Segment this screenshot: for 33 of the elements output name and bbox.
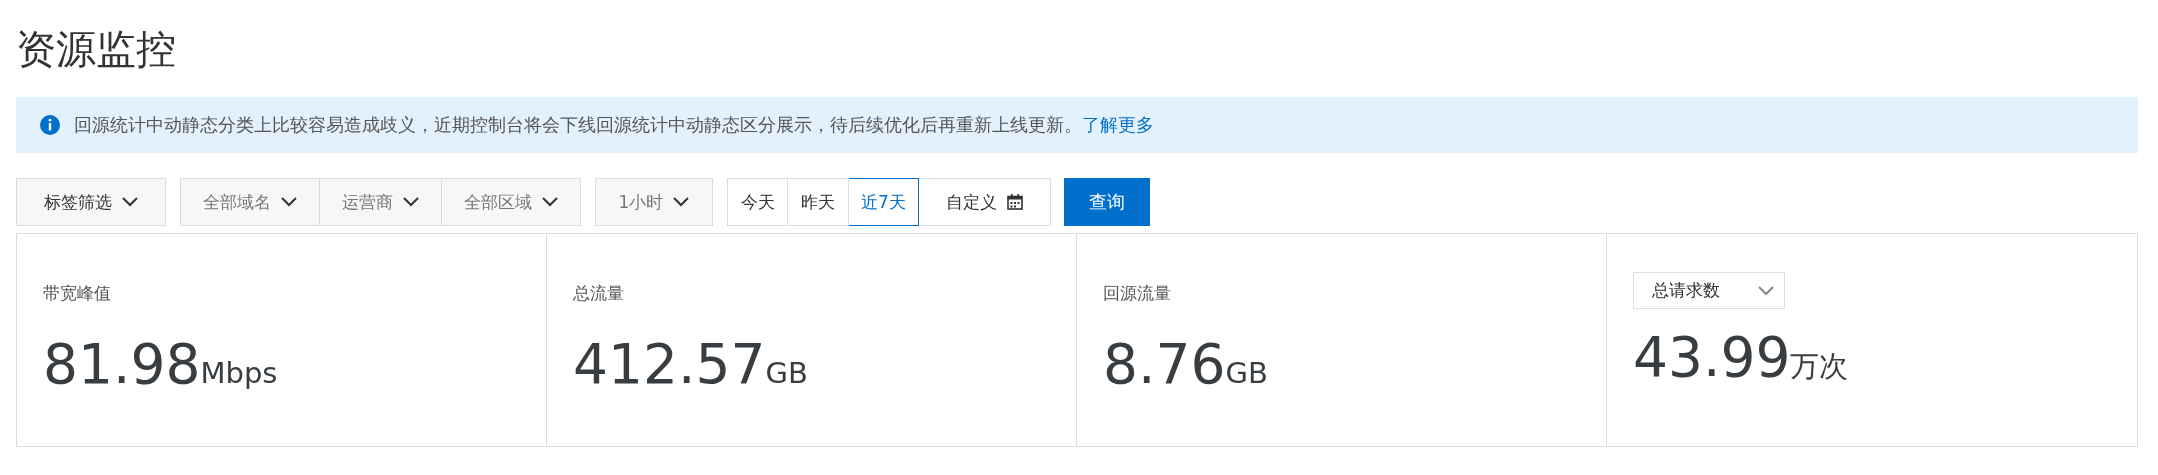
page-title: 资源监控 xyxy=(16,25,176,74)
chevron-down-icon xyxy=(542,197,558,207)
metric-value: 412.57 xyxy=(573,332,766,396)
chevron-down-icon xyxy=(1758,285,1774,296)
tag-filter-dropdown[interactable]: 标签筛选 xyxy=(16,178,166,226)
calendar-icon xyxy=(1007,194,1023,210)
info-icon xyxy=(40,115,60,135)
interval-dropdown[interactable]: 1小时 xyxy=(595,178,713,226)
chevron-down-icon xyxy=(403,197,419,207)
learn-more-link[interactable]: 了解更多 xyxy=(1082,114,1154,135)
metric-unit: 万次 xyxy=(1790,349,1849,385)
filter-dropdown[interactable]: 全部区域 xyxy=(442,178,581,226)
metric-unit: GB xyxy=(1225,356,1268,390)
filter-dropdown[interactable]: 全部域名 xyxy=(180,178,320,226)
date-range-tab[interactable]: 昨天 xyxy=(788,178,849,226)
date-range-tab[interactable]: 近7天 xyxy=(849,178,919,226)
chevron-down-icon xyxy=(122,197,138,207)
metric-unit: GB xyxy=(765,356,808,390)
filter-dropdown[interactable]: 运营商 xyxy=(320,178,442,226)
chevron-down-icon xyxy=(673,197,690,207)
metric-label: 总流量 xyxy=(573,282,624,305)
metric-value: 43.99 xyxy=(1633,325,1791,389)
metric-unit: Mbps xyxy=(200,356,278,390)
chevron-down-icon xyxy=(281,197,297,207)
date-range-tab[interactable]: 今天 xyxy=(727,178,788,226)
metric-label: 带宽峰值 xyxy=(43,282,111,305)
custom-date-button[interactable]: 自定义 xyxy=(919,178,1051,226)
metric-value: 81.98 xyxy=(43,332,201,396)
metric-value: 8.76 xyxy=(1103,332,1226,396)
query-button[interactable]: 查询 xyxy=(1064,178,1150,226)
metric-label: 回源流量 xyxy=(1103,282,1171,305)
notice-text: 回源统计中动静态分类上比较容易造成歧义，近期控制台将会下线回源统计中动静态区分展示，待后续优化后再重新上线更新。了解更多 xyxy=(74,113,1154,137)
metric-dropdown[interactable]: 总请求数 xyxy=(1633,272,1785,309)
